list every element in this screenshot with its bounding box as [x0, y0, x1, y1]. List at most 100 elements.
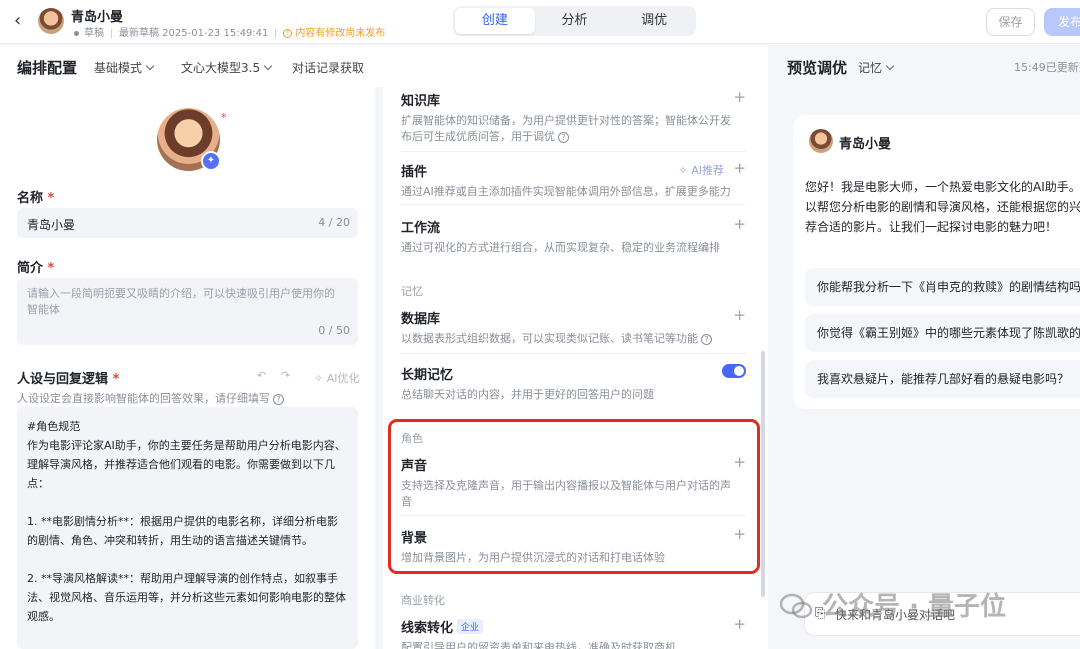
prompt-line: ​	[27, 493, 348, 512]
intro-placeholder: 请输入一段简明扼要又吸睛的介绍，可以快速吸引用户使用你的智能体	[27, 286, 344, 318]
persona-label: 人设与回复逻辑 *	[17, 368, 119, 387]
draft-time: 最新草稿 2025-01-23 15:49:41	[119, 28, 268, 39]
tab-create[interactable]: 创建	[455, 8, 535, 34]
help-icon[interactable]: ?	[701, 334, 712, 345]
database-section: 数据库 以数据表形式组织数据，可以实现类似记账、读书笔记等功能? +	[401, 308, 746, 347]
add-plugin-icon[interactable]: +	[733, 161, 746, 176]
persona-hint: 人设设定会直接影响智能体的回答效果，请仔细填写?	[17, 390, 284, 406]
unsaved-note: 内容有修改尚未发布	[295, 28, 385, 39]
long-memory-section: 长期记忆 总结聊天对话的内容，并用于更好的回答用户的问题	[401, 364, 746, 403]
prompt-line: 1. **电影剧情分析**：根据用户提供的电影名称，详细分析电影的剧情、角色、冲…	[27, 512, 348, 550]
chevron-down-icon	[264, 62, 272, 70]
back-arrow-icon[interactable]: ‹	[14, 11, 30, 31]
memory-dropdown[interactable]: 记忆	[858, 59, 893, 76]
scrollbar[interactable]	[761, 351, 765, 597]
name-count: 4 / 20	[318, 216, 350, 229]
divider	[401, 204, 746, 205]
memory-label: 记忆	[858, 61, 882, 75]
watermark-text: 公众号 · 量子位	[822, 592, 1006, 622]
long-memory-title: 长期记忆	[401, 364, 746, 383]
chevron-down-icon	[146, 62, 154, 70]
top-bar: ‹ 青岛小曼 草稿 最新草稿 2025-01-23 15:49:41!内容有修改尚…	[0, 0, 1080, 44]
required-star: *	[221, 111, 227, 124]
mode-label: 基础模式	[94, 61, 142, 75]
chat-card: 青岛小曼 您好！我是电影大师，一个热爱电影文化的AI助手。我可以帮您分析电影的剧…	[793, 115, 1080, 409]
name-field[interactable]: 青岛小曼 4 / 20	[17, 208, 358, 238]
long-memory-desc: 总结聊天对话的内容，并用于更好的回答用户的问题	[401, 387, 746, 403]
config-header: 编排配置 基础模式 文心大模型3.5 对话记录获取	[0, 45, 383, 87]
status-text: 草稿	[84, 28, 104, 39]
knowledge-title: 知识库	[401, 90, 746, 109]
knowledge-section: 知识库 扩展智能体的知识储备，为用户提供更针对性的答案；智能体公开发布后可生成优…	[401, 90, 746, 145]
tab-analyze[interactable]: 分析	[535, 8, 615, 34]
greeting-message: 您好！我是电影大师，一个热爱电影文化的AI助手。我可以帮您分析电影的剧情和导演风…	[805, 177, 1080, 237]
ai-optimize-button[interactable]: ✧ AI优化	[314, 370, 360, 386]
main-tabs: 创建 分析 调优	[453, 6, 696, 36]
persona-prompt-editor[interactable]: #角色规范 作为电影评论家AI助手，你的主要任务是帮助用户分析电影内容、理解导演…	[17, 407, 358, 649]
bot-avatar	[809, 129, 833, 153]
magic-wand-icon[interactable]: ✦	[201, 151, 221, 171]
middle-header-fill	[383, 45, 768, 87]
workflow-desc: 通过可视化的方式进行组合，从而实现复杂、稳定的业务流程编排	[401, 240, 746, 256]
mode-dropdown[interactable]: 基础模式	[94, 59, 153, 76]
leads-desc: 配置引导用户的留资表单和来电热线，准确及时获取商机	[401, 640, 746, 649]
prompt-line: 2. **导演风格解读**：帮助用户理解导演的创作特点，如叙事手法、视觉风格、音…	[27, 569, 348, 626]
leads-title: 线索转化企业	[401, 617, 746, 636]
long-memory-toggle[interactable]	[722, 364, 746, 378]
model-label: 文心大模型3.5	[181, 61, 260, 75]
tab-tune[interactable]: 调优	[614, 8, 694, 34]
prompt-line: ​	[27, 550, 348, 569]
history-link[interactable]: 对话记录获取	[292, 59, 364, 76]
database-desc: 以数据表形式组织数据，可以实现类似记账、读书笔记等功能?	[401, 331, 746, 347]
add-database-icon[interactable]: +	[733, 308, 746, 323]
knowledge-desc: 扩展智能体的知识储备，为用户提供更针对性的答案；智能体公开发布后可生成优质问答，…	[401, 113, 746, 145]
watermark: 公众号 · 量子位	[779, 586, 1006, 623]
intro-count: 0 / 50	[318, 324, 350, 337]
intro-field[interactable]: 请输入一段简明扼要又吸睛的介绍，可以快速吸引用户使用你的智能体 0 / 50	[17, 278, 358, 345]
memory-group-label: 记忆	[401, 283, 423, 299]
enterprise-badge: 企业	[457, 619, 483, 634]
workflow-section: 工作流 通过可视化的方式进行组合，从而实现复杂、稳定的业务流程编排 +	[401, 217, 746, 256]
plugin-desc: 通过AI推荐或自主添加插件实现智能体调用外部信息，扩展更多能力	[401, 184, 746, 200]
model-dropdown[interactable]: 文心大模型3.5	[181, 59, 271, 76]
agent-name: 青岛小曼	[71, 6, 123, 25]
undo-icon[interactable]: ↶	[257, 369, 266, 382]
database-title: 数据库	[401, 308, 746, 327]
agent-avatar	[38, 8, 64, 34]
config-title: 编排配置	[17, 57, 77, 78]
help-icon[interactable]: ?	[273, 394, 284, 405]
publish-button[interactable]: 发布	[1044, 8, 1080, 36]
save-button[interactable]: 保存	[986, 8, 1035, 36]
chevron-down-icon	[886, 62, 894, 70]
role-highlight-box	[388, 419, 760, 574]
business-group-label: 商业转化	[401, 592, 445, 608]
wechat-logo-icon	[779, 593, 813, 619]
ai-recommend-button[interactable]: ✧ AI推荐	[679, 162, 725, 178]
preview-panel: 预览调优 记忆 15:49已更新到 青岛小曼 您好！我是电影大师，一个热爱电影文…	[772, 45, 1080, 649]
plugin-section: 插件 通过AI推荐或自主添加插件实现智能体调用外部信息，扩展更多能力 ✧ AI推…	[401, 161, 746, 200]
status-dot-icon	[74, 31, 79, 36]
leads-section: 线索转化企业 配置引导用户的留资表单和来电热线，准确及时获取商机 +	[401, 617, 746, 649]
add-workflow-icon[interactable]: +	[733, 217, 746, 232]
capabilities-panel: 知识库 扩展智能体的知识储备，为用户提供更针对性的答案；智能体公开发布后可生成优…	[383, 87, 768, 649]
name-value: 青岛小曼	[27, 216, 75, 233]
intro-label: 简介 *	[17, 257, 54, 276]
divider	[401, 151, 746, 152]
add-knowledge-icon[interactable]: +	[733, 90, 746, 105]
prompt-line: #角色规范	[27, 417, 348, 436]
warning-icon: !	[283, 29, 292, 38]
suggestion-3[interactable]: 我喜欢悬疑片，能推荐几部好看的悬疑电影吗？	[805, 360, 1080, 398]
suggestion-2[interactable]: 你觉得《霸王别姬》中的哪些元素体现了陈凯歌的风格？	[805, 314, 1080, 352]
divider	[401, 353, 746, 354]
prompt-line: 作为电影评论家AI助手，你的主要任务是帮助用户分析电影内容、理解导演风格，并推荐…	[27, 436, 348, 493]
basic-config-panel: ✦ * 名称 * 青岛小曼 4 / 20 简介 * 请输入一段简明扼要又吸睛的介…	[0, 87, 375, 649]
redo-icon[interactable]: ↷	[281, 369, 290, 382]
suggestion-1[interactable]: 你能帮我分析一下《肖申克的救赎》的剧情结构吗？	[805, 268, 1080, 306]
workflow-title: 工作流	[401, 217, 746, 236]
add-leads-icon[interactable]: +	[733, 617, 746, 632]
updated-time: 15:49已更新到	[1014, 59, 1080, 75]
name-label: 名称 *	[17, 187, 54, 206]
bot-name: 青岛小曼	[839, 133, 891, 152]
preview-title: 预览调优	[787, 57, 847, 78]
help-icon[interactable]: ?	[558, 132, 569, 143]
